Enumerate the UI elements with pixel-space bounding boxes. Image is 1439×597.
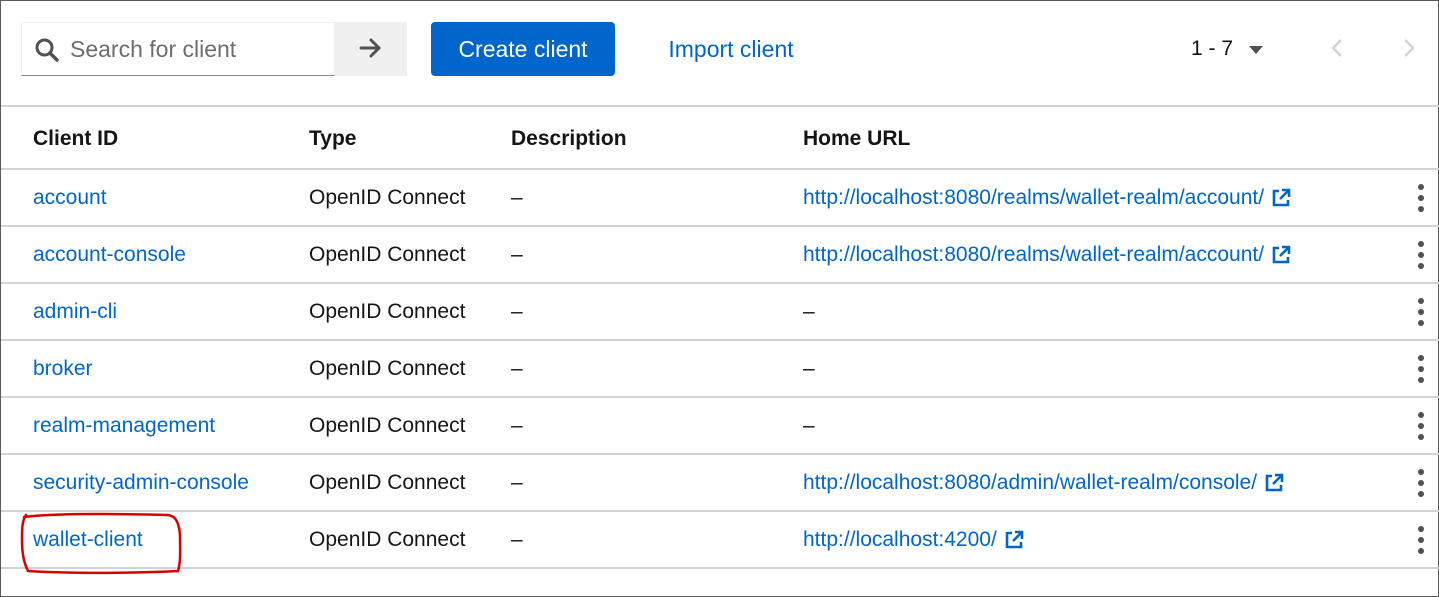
client-description: – — [511, 356, 523, 380]
kebab-icon[interactable] — [1417, 468, 1425, 497]
client-description: – — [511, 413, 523, 437]
column-header-type[interactable]: Type — [309, 109, 356, 168]
home-url-link[interactable]: http://localhost:4200/ — [803, 528, 997, 552]
kebab-icon[interactable] — [1417, 354, 1425, 383]
home-url-link[interactable]: http://localhost:8080/realms/wallet-real… — [803, 186, 1264, 210]
pagination-toggle[interactable]: 1 - 7 — [1191, 25, 1283, 73]
arrow-right-icon — [359, 37, 383, 62]
kebab-icon[interactable] — [1417, 411, 1425, 440]
client-id-link[interactable]: admin-cli — [33, 300, 117, 324]
external-link-icon[interactable] — [1270, 244, 1292, 266]
client-type: OpenID Connect — [309, 527, 466, 551]
next-page-button[interactable] — [1389, 25, 1429, 73]
client-type: OpenID Connect — [309, 413, 466, 437]
client-type: OpenID Connect — [309, 185, 466, 209]
client-description: – — [511, 242, 523, 266]
column-header-client-id[interactable]: Client ID — [33, 109, 118, 168]
table-row: account-console OpenID Connect – http://… — [1, 227, 1439, 284]
pagination-range: 1 - 7 — [1191, 37, 1234, 60]
previous-page-button[interactable] — [1317, 25, 1357, 73]
chevron-left-icon — [1331, 38, 1343, 61]
client-id-link[interactable]: account — [33, 186, 107, 210]
search-input[interactable] — [70, 23, 334, 75]
client-id-link[interactable]: broker — [33, 357, 93, 381]
table-header: Client ID Type Description Home URL — [1, 109, 1439, 170]
kebab-icon[interactable] — [1417, 525, 1425, 554]
search-submit-button[interactable] — [335, 22, 407, 76]
client-id-link[interactable]: wallet-client — [33, 528, 143, 552]
column-header-home-url[interactable]: Home URL — [803, 109, 910, 168]
client-list-panel: Create client Import client 1 - 7 Client… — [0, 0, 1439, 597]
external-link-icon[interactable] — [1003, 529, 1025, 551]
home-url-cell: http://localhost:4200/ — [803, 512, 1025, 567]
home-url-cell: – — [803, 398, 815, 453]
client-id-link[interactable]: realm-management — [33, 414, 215, 438]
clients-toolbar: Create client Import client 1 - 7 — [1, 1, 1439, 107]
kebab-icon[interactable] — [1417, 297, 1425, 326]
client-description: – — [511, 470, 523, 494]
client-description: – — [511, 527, 523, 551]
home-url-empty: – — [803, 299, 815, 323]
caret-down-icon — [1249, 37, 1264, 61]
table-row: wallet-client OpenID Connect – http://lo… — [1, 512, 1439, 569]
home-url-empty: – — [803, 356, 815, 380]
client-type: OpenID Connect — [309, 356, 466, 380]
home-url-link[interactable]: http://localhost:8080/admin/wallet-realm… — [803, 471, 1257, 495]
client-description: – — [511, 185, 523, 209]
home-url-cell: http://localhost:8080/admin/wallet-realm… — [803, 455, 1285, 510]
create-client-button[interactable]: Create client — [431, 22, 615, 76]
table-row: security-admin-console OpenID Connect – … — [1, 455, 1439, 512]
home-url-empty: – — [803, 413, 815, 437]
home-url-cell: – — [803, 284, 815, 339]
kebab-icon[interactable] — [1417, 240, 1425, 269]
kebab-icon[interactable] — [1417, 183, 1425, 212]
client-description: – — [511, 299, 523, 323]
external-link-icon[interactable] — [1263, 472, 1285, 494]
client-type: OpenID Connect — [309, 242, 466, 266]
client-type: OpenID Connect — [309, 299, 466, 323]
search-box — [21, 22, 335, 76]
client-id-link[interactable]: account-console — [33, 243, 186, 267]
table-row: broker OpenID Connect – – — [1, 341, 1439, 398]
table-row: realm-management OpenID Connect – – — [1, 398, 1439, 455]
table-row: admin-cli OpenID Connect – – — [1, 284, 1439, 341]
table-row: account OpenID Connect – http://localhos… — [1, 170, 1439, 227]
client-type: OpenID Connect — [309, 470, 466, 494]
external-link-icon[interactable] — [1270, 187, 1292, 209]
client-id-link[interactable]: security-admin-console — [33, 471, 249, 495]
clients-table: Client ID Type Description Home URL acco… — [1, 109, 1439, 569]
column-header-description[interactable]: Description — [511, 109, 627, 168]
home-url-cell: http://localhost:8080/realms/wallet-real… — [803, 170, 1292, 225]
chevron-right-icon — [1403, 38, 1415, 61]
home-url-cell: – — [803, 341, 815, 396]
import-client-button[interactable]: Import client — [645, 22, 817, 76]
search-icon — [34, 37, 60, 63]
home-url-link[interactable]: http://localhost:8080/realms/wallet-real… — [803, 243, 1264, 267]
home-url-cell: http://localhost:8080/realms/wallet-real… — [803, 227, 1292, 282]
